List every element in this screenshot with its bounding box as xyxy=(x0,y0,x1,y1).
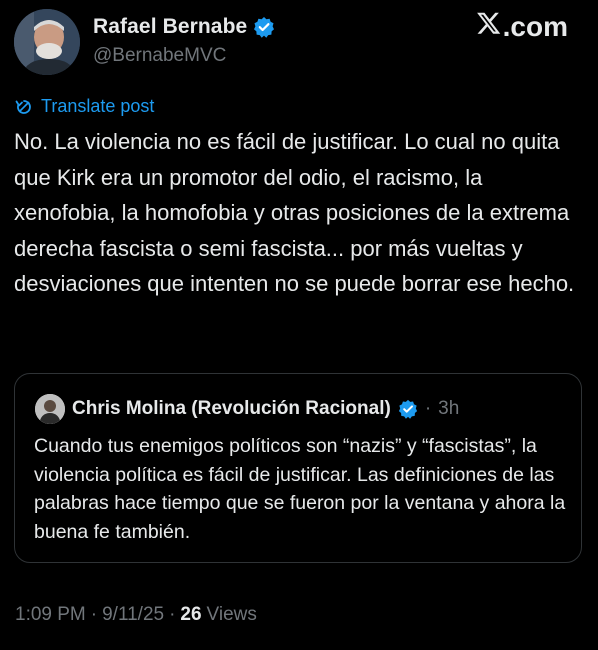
post-time[interactable]: 1:09 PM xyxy=(15,604,86,626)
views-label: Views xyxy=(206,604,257,625)
author-avatar[interactable] xyxy=(14,9,80,75)
post-body: No. La violencia no es fácil de justific… xyxy=(14,129,575,296)
quoted-post-body: Cuando tus enemigos políticos son “nazis… xyxy=(34,435,566,543)
author-display-name[interactable]: Rafael Bernabe xyxy=(93,15,247,39)
quoted-author-avatar[interactable] xyxy=(35,394,65,424)
views-count: 26 xyxy=(180,604,202,625)
translate-post-link[interactable]: Translate post xyxy=(15,96,154,117)
verified-badge-icon xyxy=(398,399,418,419)
translate-icon xyxy=(15,98,33,116)
verified-badge-icon xyxy=(253,16,275,38)
post-footer: 1:09 PM · 9/11/25 · 26 Views xyxy=(15,604,257,626)
quoted-separator: · xyxy=(424,398,432,419)
brand-domain: .com xyxy=(502,10,568,42)
quoted-author-name[interactable]: Chris Molina (Revolución Racional) xyxy=(72,398,391,420)
x-logo-icon xyxy=(476,10,503,43)
post-date[interactable]: 9/11/25 xyxy=(102,604,164,626)
post-header: Rafael Bernabe @BernabeMVC .com xyxy=(14,9,584,75)
footer-separator: · xyxy=(169,604,176,625)
footer-separator: · xyxy=(90,604,98,625)
translate-label[interactable]: Translate post xyxy=(41,96,154,117)
brand-logo: .com xyxy=(476,10,568,43)
author-handle[interactable]: @BernabeMVC xyxy=(93,45,226,67)
quoted-post-header: Chris Molina (Revolución Racional) · 3h xyxy=(35,394,459,424)
quoted-post[interactable]: Chris Molina (Revolución Racional) · 3h … xyxy=(14,373,582,563)
quoted-time[interactable]: 3h xyxy=(438,398,459,420)
